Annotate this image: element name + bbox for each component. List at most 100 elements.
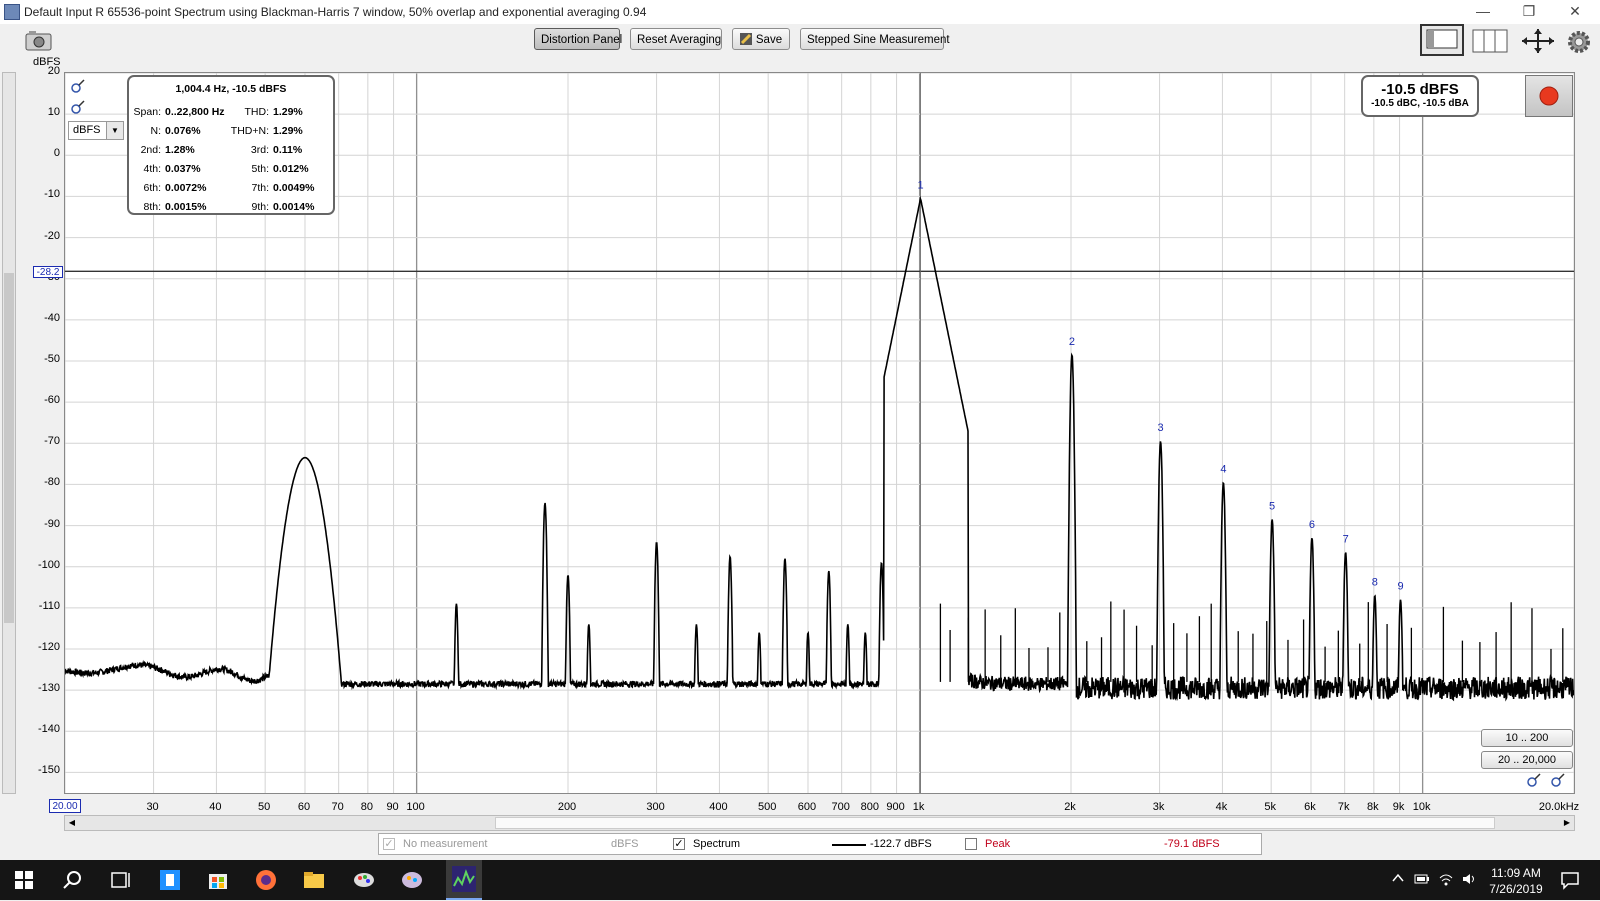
- y-tick-label: -70: [44, 435, 60, 448]
- scroll-thumb[interactable]: [4, 273, 14, 623]
- no-measurement-unit: dBFS: [611, 838, 639, 850]
- task-view-icon[interactable]: [108, 868, 132, 892]
- minimize-button[interactable]: —: [1460, 0, 1506, 24]
- no-measurement-checkbox[interactable]: ✓: [383, 838, 395, 850]
- distortion-value: 0.012%: [273, 163, 309, 175]
- chevron-down-icon[interactable]: ▼: [106, 122, 123, 139]
- distortion-value: 0.11%: [273, 144, 303, 156]
- columns-icon[interactable]: [1470, 26, 1510, 56]
- x-tick-label: 20.0kHz: [1538, 801, 1580, 813]
- zoom-x-in-icon[interactable]: [1550, 772, 1566, 788]
- rew-taskbar-button[interactable]: [446, 860, 482, 900]
- x-tick-label: 300: [646, 801, 665, 813]
- unit-select[interactable]: dBFS ▼: [68, 121, 124, 140]
- stepped-sine-button[interactable]: Stepped Sine Measurement: [800, 28, 950, 50]
- close-button[interactable]: ✕: [1552, 0, 1598, 24]
- distortion-value: 0.076%: [165, 125, 201, 137]
- windows-start-icon[interactable]: [12, 868, 36, 892]
- x-axis-start-label[interactable]: 20.00: [49, 799, 81, 813]
- scroll-right-icon[interactable]: ▶: [1560, 816, 1574, 830]
- y-tick-label: -80: [44, 476, 60, 489]
- distortion-row: N: 0.076% THD+N: 1.29%: [129, 121, 333, 140]
- zoom-out-icon[interactable]: [70, 99, 86, 115]
- camera-icon[interactable]: [24, 30, 54, 52]
- spectrum-checkbox[interactable]: ✓: [673, 838, 685, 850]
- x-tick-label: 60: [297, 801, 311, 813]
- windows-store-bag-icon[interactable]: [206, 868, 230, 892]
- zoom-in-icon[interactable]: [70, 78, 86, 94]
- distortion-row: 4th: 0.037% 5th: 0.012%: [129, 159, 333, 178]
- distortion-row: 2nd: 1.28% 3rd: 0.11%: [129, 140, 333, 159]
- distortion-value: 0.0014%: [273, 201, 315, 213]
- volume-icon[interactable]: [1462, 872, 1478, 889]
- distortion-key: 6th:: [143, 182, 161, 194]
- paint-icon[interactable]: [352, 868, 376, 892]
- horizontal-scrollbar[interactable]: ◀ ▶: [64, 815, 1575, 831]
- x-tick-label: 900: [886, 801, 905, 813]
- rew-icon: [452, 866, 476, 892]
- reset-averaging-button[interactable]: Reset Averaging: [630, 28, 722, 50]
- range-10-200-button[interactable]: 10 .. 200: [1481, 729, 1573, 747]
- x-tick-label: 400: [709, 801, 728, 813]
- x-tick-label: 100: [406, 801, 425, 813]
- scroll-thumb-horizontal[interactable]: [495, 817, 1495, 829]
- y-tick-label: -10: [44, 188, 60, 201]
- spectrum-value: -122.7 dBFS: [870, 838, 932, 850]
- x-tick-label: 5k: [1264, 801, 1276, 813]
- save-button[interactable]: Save: [732, 28, 790, 50]
- distortion-value: 0.0072%: [165, 182, 207, 194]
- range-20-20000-button[interactable]: 20 .. 20,000: [1481, 751, 1573, 769]
- wifi-icon[interactable]: [1438, 872, 1454, 889]
- cursor-level-label[interactable]: -28.2: [33, 266, 63, 278]
- y-tick-label: -140: [37, 723, 60, 736]
- harmonic-label: 9: [1397, 581, 1403, 593]
- record-button[interactable]: [1525, 75, 1573, 117]
- vertical-scrollbar[interactable]: [2, 72, 16, 794]
- legend-bar: ✓ No measurement dBFS ✓ Spectrum -122.7 …: [378, 833, 1262, 855]
- distortion-panel-button[interactable]: Distortion Panel: [534, 28, 622, 50]
- x-tick-label: 9k: [1392, 801, 1405, 813]
- x-tick-label: 6k: [1304, 801, 1316, 813]
- gear-icon[interactable]: [1566, 29, 1592, 55]
- distortion-value: 0.0049%: [273, 182, 315, 194]
- layout-icon[interactable]: [1420, 24, 1464, 56]
- peak-label: Peak: [985, 838, 1011, 850]
- scroll-left-icon[interactable]: ◀: [65, 816, 79, 830]
- notifications-icon[interactable]: [1560, 870, 1580, 893]
- restore-button[interactable]: ❐: [1506, 0, 1552, 24]
- x-tick-label: 7k: [1337, 801, 1350, 813]
- paint3d-icon[interactable]: [400, 868, 424, 892]
- harmonic-label: 6: [1309, 519, 1315, 531]
- zoom-x-out-icon[interactable]: [1526, 772, 1542, 788]
- taskbar: 11:09 AM 7/26/2019: [0, 860, 1600, 900]
- x-tick-label: 90: [386, 801, 399, 813]
- chevron-up-icon[interactable]: [1392, 872, 1404, 887]
- harmonic-label: 4: [1220, 463, 1226, 475]
- battery-icon[interactable]: [1414, 872, 1430, 889]
- y-tick-label: -40: [44, 311, 60, 324]
- distortion-key: 2nd:: [140, 144, 161, 156]
- level-readout: -10.5 dBFS -10.5 dBC, -10.5 dBA: [1361, 75, 1479, 117]
- x-tick-label: 700: [831, 801, 850, 813]
- search-icon[interactable]: [60, 868, 84, 892]
- store-icon[interactable]: [158, 868, 182, 892]
- distortion-panel: 1,004.4 Hz, -10.5 dBFS Span: 0..22,800 Hz…: [127, 75, 335, 215]
- file-explorer-icon[interactable]: [302, 868, 326, 892]
- distortion-key: 5th:: [251, 163, 269, 175]
- y-tick-label: -90: [44, 517, 60, 530]
- firefox-icon[interactable]: [254, 868, 278, 892]
- distortion-value: 1.29%: [273, 106, 303, 118]
- distortion-value: 1.28%: [165, 144, 195, 156]
- fit-arrows-icon[interactable]: [1518, 26, 1558, 56]
- peak-value: -79.1 dBFS: [1164, 838, 1220, 850]
- level-main: -10.5 dBFS: [1381, 81, 1459, 98]
- save-label: Save: [755, 34, 783, 46]
- x-tick-label: 600: [797, 801, 817, 813]
- spectrum-line-swatch: [832, 844, 866, 846]
- app-icon: [4, 4, 20, 20]
- x-tick-label: 10k: [1412, 801, 1431, 813]
- y-tick-label: -110: [38, 599, 60, 612]
- peak-checkbox[interactable]: [965, 838, 977, 850]
- distortion-key: N:: [150, 125, 162, 137]
- clock-time: 11:09 AM: [1491, 866, 1541, 880]
